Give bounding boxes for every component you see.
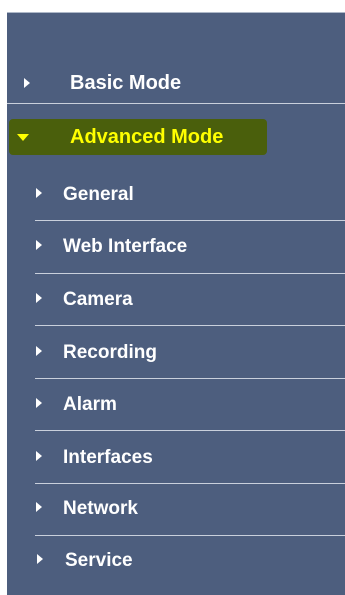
submenu-item-camera[interactable]: Camera (0, 283, 345, 317)
submenu-item-label: General (63, 184, 134, 205)
chevron-right-icon (36, 451, 42, 461)
chevron-right-icon (36, 346, 42, 356)
divider (35, 535, 345, 536)
submenu-item-label: Network (63, 498, 138, 519)
divider (35, 378, 345, 379)
chevron-right-icon (36, 293, 42, 303)
menu-item-advanced-mode[interactable]: Advanced Mode (7, 120, 345, 154)
menu-item-advanced-mode-label: Advanced Mode (70, 126, 224, 148)
chevron-right-icon (36, 240, 42, 250)
divider (35, 325, 345, 326)
divider (35, 483, 345, 484)
submenu-item-service[interactable]: Service (0, 544, 345, 578)
submenu-item-label: Service (65, 550, 133, 571)
divider (35, 220, 345, 221)
submenu-item-label: Recording (63, 342, 157, 363)
chevron-right-icon (36, 398, 42, 408)
divider (35, 430, 345, 431)
submenu-item-label: Alarm (63, 394, 117, 415)
submenu-item-network[interactable]: Network (0, 492, 345, 526)
chevron-right-icon (36, 502, 42, 512)
submenu-item-label: Web Interface (63, 236, 188, 257)
chevron-down-icon (17, 134, 29, 141)
submenu-item-alarm[interactable]: Alarm (0, 388, 345, 422)
menu-item-basic-mode[interactable]: Basic Mode (7, 65, 345, 101)
divider (35, 273, 345, 274)
chevron-right-icon (36, 188, 42, 198)
submenu-item-label: Camera (63, 289, 133, 310)
menu-item-basic-mode-label: Basic Mode (70, 72, 182, 94)
submenu-item-general[interactable]: General (0, 178, 345, 212)
submenu-item-recording[interactable]: Recording (0, 336, 345, 370)
submenu-item-interfaces[interactable]: Interfaces (0, 441, 345, 475)
chevron-right-icon (37, 554, 43, 564)
chevron-right-icon (24, 78, 30, 88)
submenu-item-web-interface[interactable]: Web Interface (0, 230, 345, 264)
divider (7, 103, 345, 104)
submenu-item-label: Interfaces (63, 447, 153, 468)
